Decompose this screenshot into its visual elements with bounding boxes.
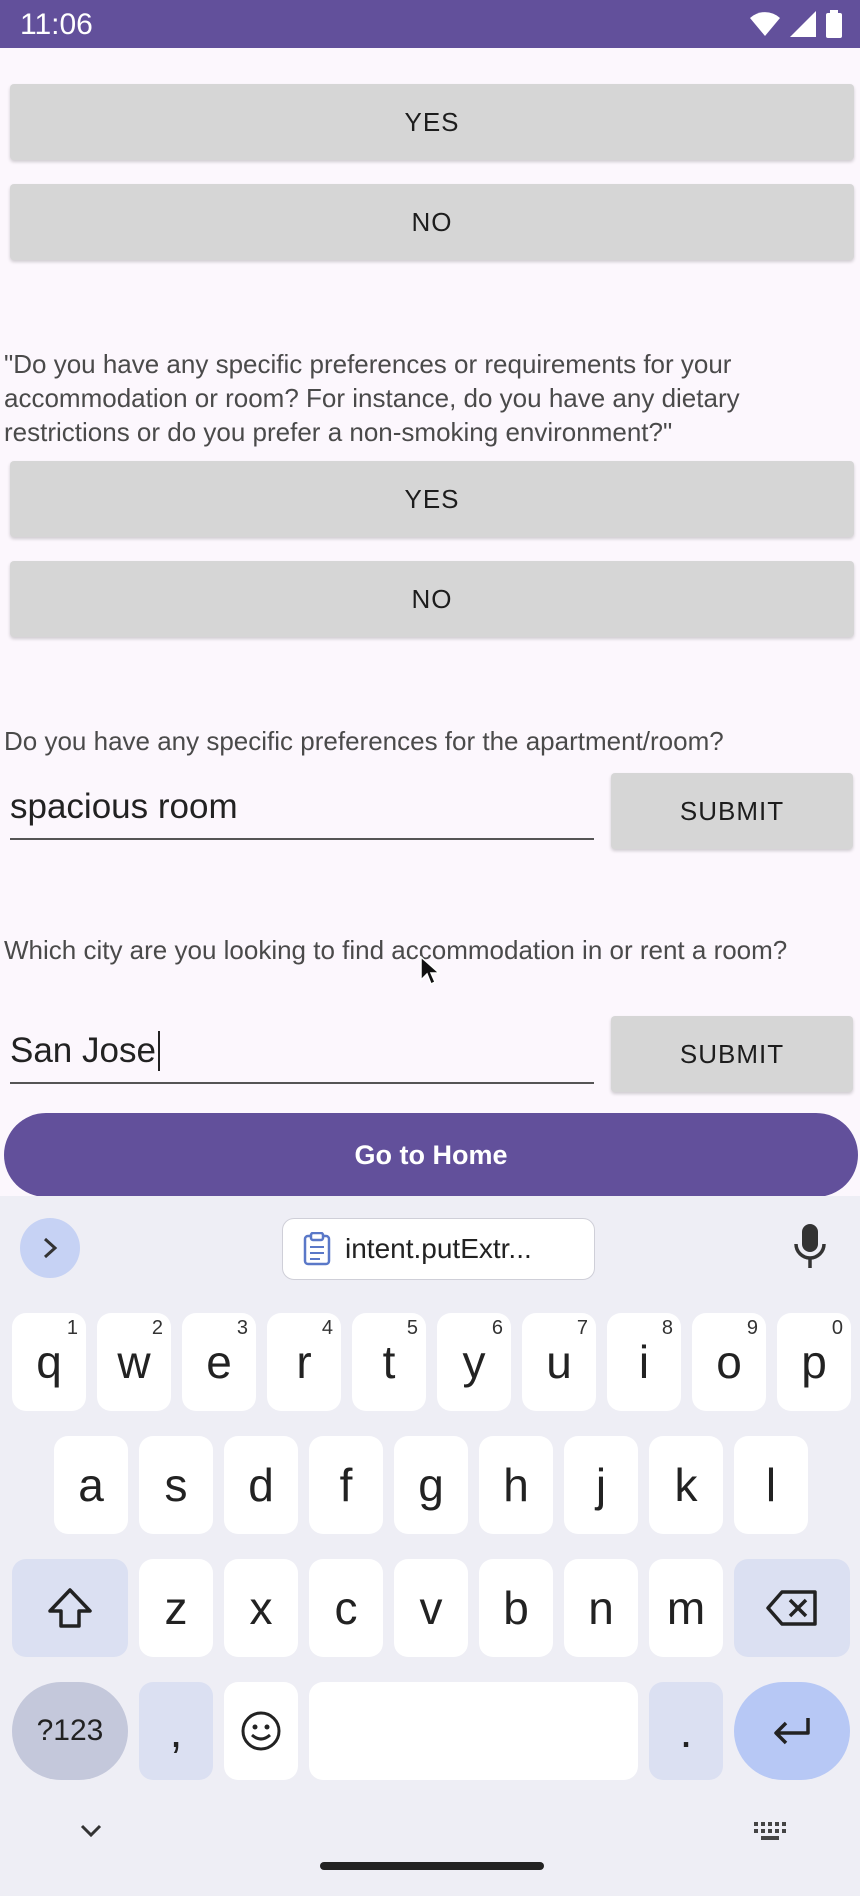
key-j[interactable]: j <box>564 1436 638 1534</box>
battery-icon <box>826 10 842 38</box>
key-l[interactable]: l <box>734 1436 808 1534</box>
key-q[interactable]: q1 <box>12 1313 86 1411</box>
shift-key[interactable] <box>12 1559 128 1657</box>
navigation-bar <box>0 1804 860 1896</box>
clipboard-suggestion-chip[interactable]: intent.putExtr... <box>282 1218 595 1280</box>
key-i[interactable]: i8 <box>607 1313 681 1411</box>
home-gesture-pill[interactable] <box>320 1862 544 1870</box>
wifi-icon <box>750 12 780 36</box>
apartment-preference-input[interactable]: spacious room <box>10 776 594 840</box>
keyboard-toolbar: intent.putExtr... <box>0 1196 860 1296</box>
key-h[interactable]: h <box>479 1436 553 1534</box>
key-m[interactable]: m <box>649 1559 723 1657</box>
period-key[interactable]: . <box>649 1682 723 1780</box>
status-time: 11:06 <box>20 8 93 41</box>
toolbar-expand-button[interactable] <box>20 1218 80 1278</box>
key-e[interactable]: e3 <box>182 1313 256 1411</box>
question-apartment-text: Do you have any specific preferences for… <box>4 726 724 756</box>
prev-no-button[interactable]: NO <box>10 184 854 260</box>
question-preferences-text: "Do you have any specific preferences or… <box>4 349 740 447</box>
status-bar: 11:06 <box>0 0 860 48</box>
key-o[interactable]: o9 <box>692 1313 766 1411</box>
go-home-button[interactable]: Go to Home <box>4 1113 858 1197</box>
key-g[interactable]: g <box>394 1436 468 1534</box>
backspace-key[interactable] <box>734 1559 850 1657</box>
key-w[interactable]: w2 <box>97 1313 171 1411</box>
key-k[interactable]: k <box>649 1436 723 1534</box>
key-u[interactable]: u7 <box>522 1313 596 1411</box>
soft-keyboard: intent.putExtr... q1 w2 e3 r4 t5 y6 u7 i… <box>0 1196 860 1896</box>
mouse-pointer-icon <box>420 956 440 986</box>
signal-icon <box>790 11 816 37</box>
microphone-icon[interactable] <box>790 1222 830 1272</box>
shift-icon <box>48 1588 92 1628</box>
apartment-submit-button[interactable]: SUBMIT <box>611 773 853 849</box>
city-input-value: San Jose <box>10 1031 156 1070</box>
prev-yes-button[interactable]: YES <box>10 84 854 160</box>
preferences-yes-button[interactable]: YES <box>10 461 854 537</box>
key-n[interactable]: n <box>564 1559 638 1657</box>
emoji-icon <box>241 1711 281 1751</box>
emoji-key[interactable] <box>224 1682 298 1780</box>
symbols-key[interactable]: ?123 <box>12 1682 128 1780</box>
key-z[interactable]: z <box>139 1559 213 1657</box>
keyboard-switch-icon[interactable] <box>754 1822 788 1842</box>
key-b[interactable]: b <box>479 1559 553 1657</box>
backspace-icon <box>766 1590 817 1626</box>
key-r[interactable]: r4 <box>267 1313 341 1411</box>
apartment-preference-value: spacious room <box>10 787 238 826</box>
text-cursor <box>157 1031 160 1071</box>
preferences-no-button[interactable]: NO <box>10 561 854 637</box>
comma-key[interactable]: , <box>139 1682 213 1780</box>
key-p[interactable]: p0 <box>777 1313 851 1411</box>
enter-icon <box>774 1718 810 1745</box>
space-key[interactable] <box>309 1682 638 1780</box>
key-d[interactable]: d <box>224 1436 298 1534</box>
enter-key[interactable] <box>734 1682 850 1780</box>
status-icons <box>750 10 842 38</box>
key-v[interactable]: v <box>394 1559 468 1657</box>
key-a[interactable]: a <box>54 1436 128 1534</box>
city-input[interactable]: San Jose <box>10 1020 594 1084</box>
clipboard-icon <box>303 1232 331 1266</box>
key-t[interactable]: t5 <box>352 1313 426 1411</box>
app-content: YES NO "Do you have any specific prefere… <box>0 48 860 1197</box>
key-s[interactable]: s <box>139 1436 213 1534</box>
key-c[interactable]: c <box>309 1559 383 1657</box>
city-submit-button[interactable]: SUBMIT <box>611 1016 853 1092</box>
clipboard-suggestion-text: intent.putExtr... <box>345 1233 532 1264</box>
key-f[interactable]: f <box>309 1436 383 1534</box>
key-x[interactable]: x <box>224 1559 298 1657</box>
key-y[interactable]: y6 <box>437 1313 511 1411</box>
chevron-right-icon <box>43 1237 58 1259</box>
hide-keyboard-icon[interactable] <box>80 1824 102 1838</box>
